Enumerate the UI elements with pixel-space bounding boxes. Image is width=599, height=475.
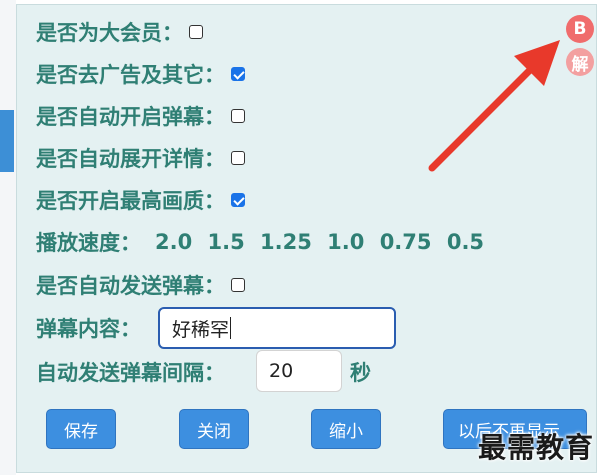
vip-checkbox[interactable]	[189, 25, 203, 39]
auto-danmaku-row: 是否自动开启弹幕：	[36, 99, 245, 133]
auto-expand-row: 是否自动展开详情：	[36, 141, 245, 175]
noads-checkbox[interactable]	[231, 67, 245, 81]
speed-options: 2.0 1.5 1.25 1.0 0.75 0.5	[155, 230, 492, 254]
speed-option[interactable]: 1.5	[208, 230, 245, 254]
high-quality-label: 是否开启最高画质：	[36, 189, 225, 213]
background-blue-tab	[0, 110, 14, 172]
noads-label: 是否去广告及其它：	[36, 63, 225, 87]
high-quality-checkbox[interactable]	[231, 193, 245, 207]
jie-badge-button[interactable]: 解	[566, 48, 594, 76]
content-row: 弹幕内容：	[36, 311, 141, 345]
noads-row: 是否去广告及其它：	[36, 57, 245, 91]
interval-row: 自动发送弹幕间隔：	[36, 355, 225, 389]
speed-row: 播放速度： 2.0 1.5 1.25 1.0 0.75 0.5	[36, 225, 492, 259]
speed-option[interactable]: 0.75	[380, 230, 432, 254]
auto-expand-checkbox[interactable]	[231, 151, 245, 165]
speed-option[interactable]: 1.0	[327, 230, 364, 254]
interval-value: 20	[269, 360, 294, 382]
vip-row: 是否为大会员：	[36, 15, 203, 49]
auto-expand-label: 是否自动展开详情：	[36, 147, 225, 171]
b-badge-button[interactable]: B	[566, 15, 594, 43]
auto-danmaku-checkbox[interactable]	[231, 109, 245, 123]
auto-send-label: 是否自动发送弹幕：	[36, 274, 225, 298]
save-button[interactable]: 保存	[46, 409, 116, 449]
interval-label: 自动发送弹幕间隔：	[36, 361, 225, 385]
speed-option[interactable]: 2.0	[155, 230, 192, 254]
auto-send-checkbox[interactable]	[231, 278, 245, 292]
interval-unit: 秒	[350, 361, 371, 385]
danmaku-content-value: 好稀罕	[172, 318, 230, 341]
annotation-arrow-icon	[428, 40, 560, 172]
speed-label: 播放速度：	[36, 231, 141, 255]
text-caret	[230, 317, 232, 339]
auto-danmaku-label: 是否自动开启弹幕：	[36, 105, 225, 129]
close-button[interactable]: 关闭	[179, 409, 249, 449]
background-page	[0, 0, 16, 475]
content-label: 弹幕内容：	[36, 317, 141, 341]
auto-send-row: 是否自动发送弹幕：	[36, 268, 245, 302]
watermark-text: 最需教育	[478, 431, 595, 464]
vip-label: 是否为大会员：	[36, 21, 183, 45]
speed-option[interactable]: 1.25	[260, 230, 312, 254]
interval-input[interactable]: 20	[256, 350, 342, 392]
danmaku-content-input[interactable]: 好稀罕	[158, 307, 396, 349]
minimize-button[interactable]: 缩小	[311, 409, 381, 449]
high-quality-row: 是否开启最高画质：	[36, 183, 245, 217]
speed-option[interactable]: 0.5	[447, 230, 484, 254]
